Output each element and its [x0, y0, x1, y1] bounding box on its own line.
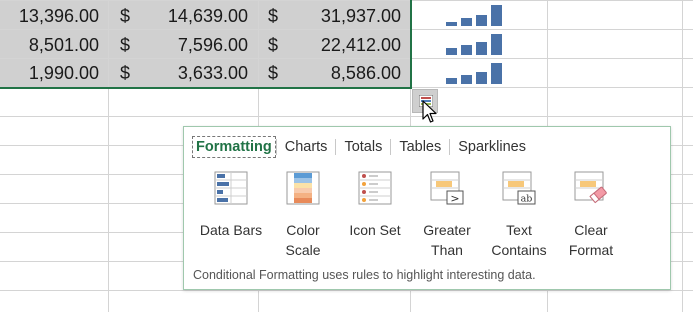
tool-label: Color [286, 222, 320, 238]
tool-label: Icon Set [349, 222, 401, 238]
tab-sparklines[interactable]: Sparklines [450, 137, 534, 157]
sparkline-bar [461, 18, 472, 26]
tool-label: Scale [285, 242, 321, 258]
sparkline-bar [461, 75, 472, 84]
sparkline-bar [476, 15, 487, 26]
mouse-pointer-icon [422, 100, 437, 123]
sparkline-bar [491, 34, 502, 55]
sparkline-bar [476, 72, 487, 84]
tab-tables[interactable]: Tables [391, 137, 449, 157]
tool-label: Contains [491, 242, 547, 258]
cell-value[interactable]: 3,633.00 [140, 59, 248, 88]
svg-text:>: > [450, 192, 459, 205]
cell-value[interactable]: 13,396.00 [0, 2, 99, 31]
clear-format-icon [574, 171, 607, 204]
data-bars-icon [214, 171, 248, 205]
text-contains-button[interactable]: ab Text Contains [483, 171, 555, 260]
icon-set-icon [358, 171, 392, 205]
formatting-options: Data Bars Color Scale Icon Set > Greater… [184, 171, 672, 261]
tool-label: Clear [574, 222, 608, 238]
currency-symbol: $ [120, 63, 131, 83]
svg-text:ab: ab [521, 194, 533, 205]
currency-symbol: $ [268, 6, 279, 26]
currency-symbol: $ [120, 35, 131, 55]
sparkline-cell[interactable] [446, 4, 510, 26]
tool-label: Data Bars [199, 222, 263, 238]
cell-value[interactable]: 14,639.00 [140, 2, 248, 31]
greater-than-icon: > [430, 171, 464, 205]
sparkline-bar [446, 48, 457, 55]
sparkline-bar [491, 63, 502, 84]
sparkline-bar [446, 78, 457, 84]
panel-footer-description: Conditional Formatting uses rules to hig… [193, 268, 536, 282]
cell-value[interactable]: 31,937.00 [290, 2, 401, 31]
color-scale-button[interactable]: Color Scale [267, 171, 339, 260]
currency-symbol: $ [268, 63, 279, 83]
currency-symbol: $ [120, 6, 131, 26]
tab-totals[interactable]: Totals [336, 137, 390, 157]
text-contains-icon: ab [502, 171, 536, 205]
sparkline-bar [446, 22, 457, 26]
tool-label: Greater [423, 222, 471, 238]
cell-value[interactable]: 8,586.00 [290, 59, 401, 88]
color-scale-icon [286, 171, 320, 205]
tab-formatting[interactable]: Formatting [192, 136, 276, 158]
cell-value[interactable]: 7,596.00 [140, 31, 248, 60]
cell-value[interactable]: 8,501.00 [0, 31, 99, 60]
cell-value[interactable]: 22,412.00 [290, 31, 401, 60]
sparkline-cell[interactable] [446, 33, 510, 55]
sparkline-bar [461, 45, 472, 55]
tab-charts[interactable]: Charts [277, 137, 336, 157]
sparkline-cell[interactable] [446, 62, 510, 84]
tool-label: Than [431, 242, 463, 258]
currency-symbol: $ [268, 35, 279, 55]
cell-value[interactable]: 1,990.00 [0, 59, 99, 88]
icon-set-button[interactable]: Icon Set [339, 171, 411, 240]
row-divider [0, 116, 693, 117]
sparkline-bar [491, 5, 502, 26]
row-divider [0, 290, 693, 291]
tool-label: Format [568, 242, 614, 258]
column-divider [682, 0, 683, 312]
clear-format-button[interactable]: Clear Format [555, 171, 627, 260]
quick-analysis-tabs: Formatting Charts Totals Tables Sparklin… [192, 136, 534, 158]
sparkline-bar [476, 42, 487, 55]
data-bars-button[interactable]: Data Bars [195, 171, 267, 240]
greater-than-button[interactable]: > Greater Than [411, 171, 483, 260]
quick-analysis-panel: Formatting Charts Totals Tables Sparklin… [183, 126, 671, 290]
tool-label: Text [506, 222, 532, 238]
